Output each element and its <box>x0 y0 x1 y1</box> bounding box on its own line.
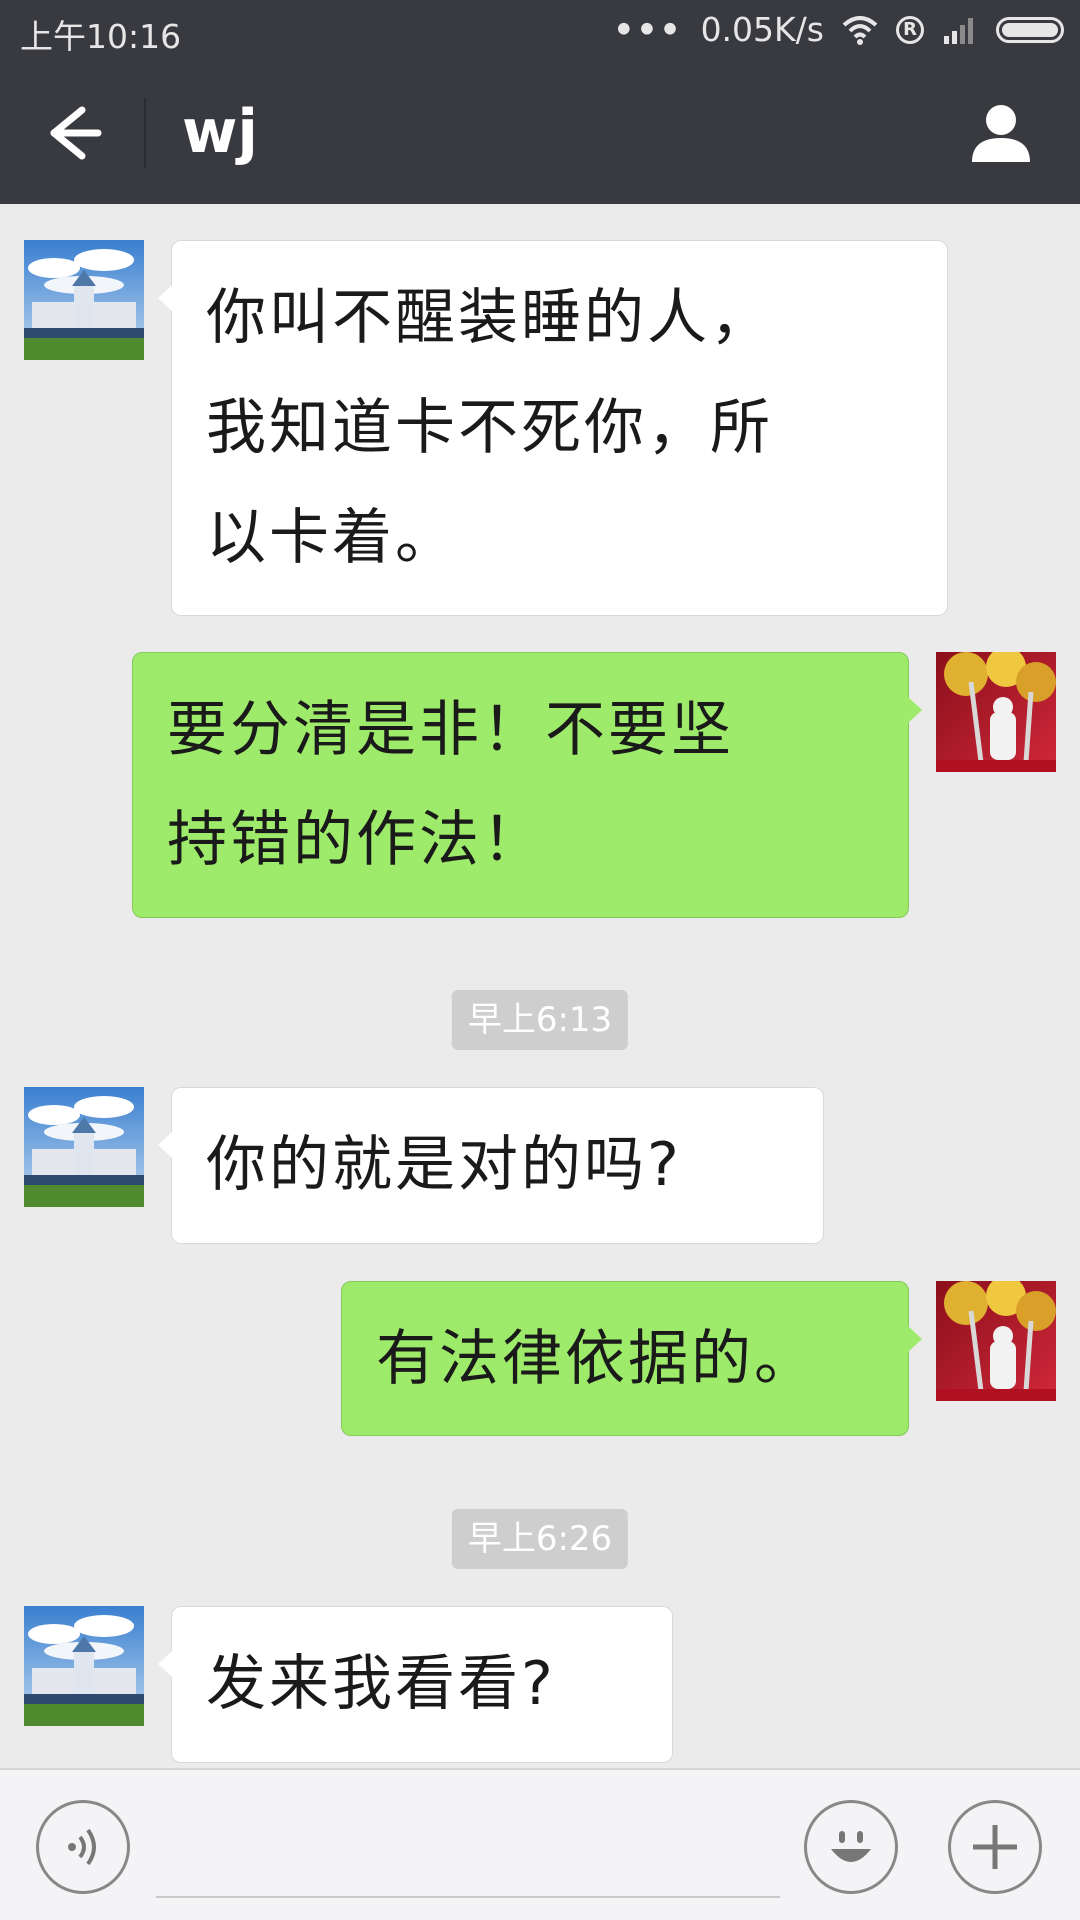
contact-avatar[interactable] <box>24 1087 144 1207</box>
arrow-left-icon <box>50 106 102 160</box>
self-avatar-image <box>936 1281 1056 1401</box>
network-speed: 0.05K/s <box>700 10 824 49</box>
status-icons: ••• 0.05K/s R <box>613 10 1064 49</box>
message-line: 有法律依据的。 <box>376 1324 817 1394</box>
chat-title: wj <box>182 97 258 167</box>
plus-icon <box>973 1825 1017 1869</box>
more-dots: ••• <box>613 10 683 49</box>
battery-level <box>1002 22 1058 37</box>
message-bubble-incoming[interactable]: 你叫不醒装睡的人， 我知道卡不死你，所 以卡着。 <box>158 240 948 616</box>
message-bubble-outgoing[interactable]: 有法律依据的。 <box>341 1281 922 1436</box>
emoji-button[interactable] <box>804 1800 898 1894</box>
message-bubble-incoming[interactable]: 你的就是对的吗? <box>158 1087 824 1244</box>
message-line: 你的就是对的吗? <box>206 1130 682 1200</box>
chat-header: wj <box>0 62 1080 204</box>
message-line: 持错的作法！ <box>167 805 545 875</box>
voice-icon <box>68 1828 96 1866</box>
contact-avatar-image <box>24 240 144 360</box>
status-time: 上午10:16 <box>20 17 182 56</box>
message-bubble-outgoing[interactable]: 要分清是非！不要坚 持错的作法！ <box>132 652 922 918</box>
message-line: 以卡着。 <box>206 503 458 573</box>
self-avatar[interactable] <box>936 1281 1056 1401</box>
voice-button[interactable] <box>36 1800 130 1894</box>
battery-icon <box>996 16 1064 43</box>
wifi-icon <box>842 15 878 45</box>
timestamp: 早上6:26 <box>451 1509 629 1569</box>
plus-button[interactable] <box>948 1800 1042 1894</box>
message-line: 要分清是非！不要坚 <box>167 695 734 765</box>
profile-button[interactable] <box>968 100 1034 166</box>
self-avatar[interactable] <box>936 652 1056 772</box>
signal-icon <box>944 17 973 44</box>
timestamp: 早上6:13 <box>451 990 629 1050</box>
message-line: 你叫不醒装睡的人， <box>206 283 773 353</box>
contact-avatar-image <box>24 1087 144 1207</box>
person-icon <box>972 105 1030 162</box>
input-bar <box>0 1768 1080 1920</box>
smiley-icon <box>831 1831 871 1862</box>
contact-avatar[interactable] <box>24 240 144 360</box>
back-button[interactable] <box>38 100 108 166</box>
registered-icon: R <box>896 15 924 44</box>
status-bar: 上午10:16 ••• 0.05K/s R <box>0 0 1080 62</box>
self-avatar-image <box>936 652 1056 772</box>
contact-avatar-image <box>24 1606 144 1726</box>
message-line: 我知道卡不死你，所 <box>206 393 773 463</box>
contact-avatar[interactable] <box>24 1606 144 1726</box>
message-line: 发来我看看? <box>206 1649 556 1719</box>
message-bubble-incoming[interactable]: 发来我看看? <box>158 1606 673 1763</box>
header-divider <box>144 98 146 168</box>
message-input[interactable] <box>156 1896 780 1898</box>
